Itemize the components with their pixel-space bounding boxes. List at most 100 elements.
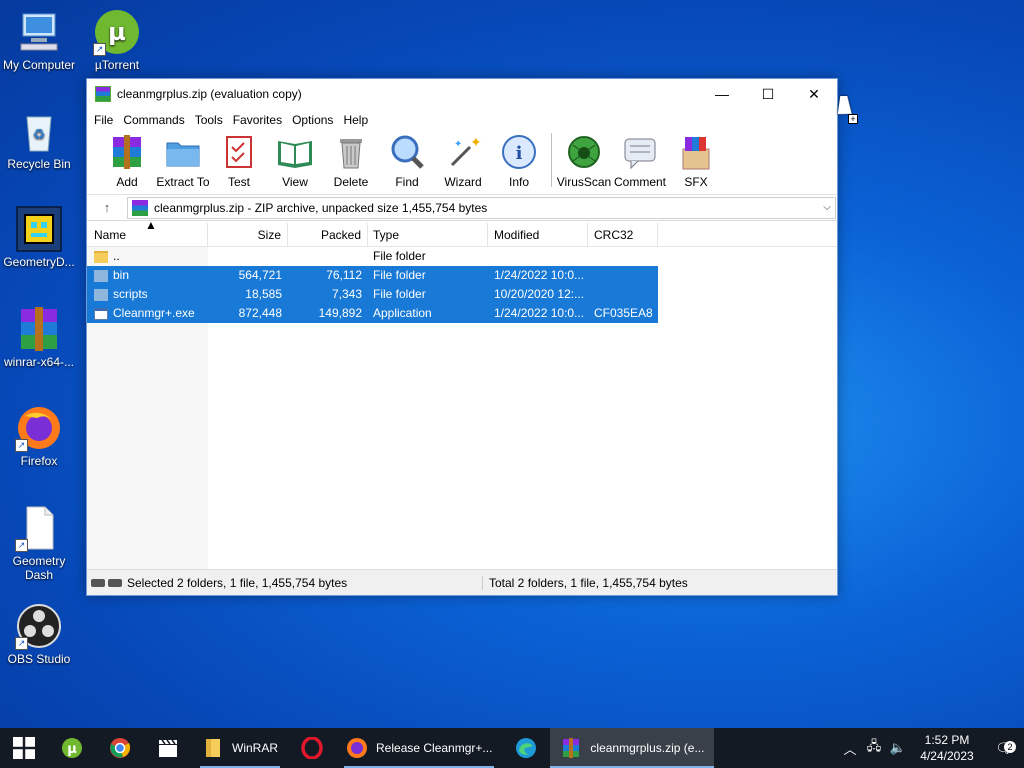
taskbar-edge[interactable] [502,728,550,768]
title-bar[interactable]: cleanmgrplus.zip (evaluation copy) — ☐ ✕ [87,79,837,109]
toolbar: Add Extract To Test View Delete Find ✦ ✦ … [87,131,837,195]
menu-favorites[interactable]: Favorites [228,113,287,127]
notification-center-button[interactable]: 🗨 2 [984,740,1024,757]
find-button[interactable]: Find [379,133,435,189]
menu-file[interactable]: File [89,113,118,127]
column-packed[interactable]: Packed [288,222,368,247]
desktop-icon-firefox[interactable]: ↗ Firefox [0,404,78,468]
wizard-button[interactable]: ✦ ✦ Wizard [435,133,491,189]
menu-options[interactable]: Options [287,113,338,127]
desktop-icon-my-computer[interactable]: My Computer [0,8,78,72]
table-row[interactable]: bin 564,721 76,112 File folder 1/24/2022… [87,266,837,285]
menu-tools[interactable]: Tools [190,113,228,127]
info-icon: i [500,133,538,171]
file-list: ▲ Name Size Packed Type Modified CRC32 .… [87,219,837,569]
close-button[interactable]: ✕ [791,79,837,109]
taskbar-opera[interactable] [288,728,336,768]
winrar-window: cleanmgrplus.zip (evaluation copy) — ☐ ✕… [86,78,838,596]
column-modified[interactable]: Modified [488,222,588,247]
shortcut-arrow-icon: ↗ [15,539,28,552]
clock-date: 4/24/2023 [920,749,974,763]
taskbar-chrome[interactable] [96,728,144,768]
drive-icon[interactable] [91,578,105,587]
desktop-icon-geometry-dash-1[interactable]: GeometryD... [0,205,78,269]
up-arrow-button[interactable]: ↑ [87,200,127,215]
menu-commands[interactable]: Commands [118,113,189,127]
start-button[interactable] [0,728,48,768]
delete-button[interactable]: Delete [323,133,379,189]
column-size[interactable]: Size [208,222,288,247]
edge-icon [516,738,537,758]
desktop-icon-utorrent[interactable]: µ ↗ µTorrent [78,8,156,72]
svg-text:µ: µ [67,742,77,757]
taskbar-winrar-window[interactable]: cleanmgrplus.zip (e... [550,728,715,768]
utorrent-icon: µ [62,738,82,758]
taskbar-utorrent[interactable]: µ [48,728,96,768]
network-icon[interactable]: 🖧 [862,737,886,759]
clapperboard-icon [159,739,177,757]
address-field[interactable]: cleanmgrplus.zip - ZIP archive, unpacked… [127,196,836,219]
info-button[interactable]: i Info [491,133,547,189]
search-icon [388,133,426,171]
taskbar-winrar-folder[interactable]: WinRAR [192,728,288,768]
address-text: cleanmgrplus.zip - ZIP archive, unpacked… [154,200,488,215]
window-title: cleanmgrplus.zip (evaluation copy) [117,87,302,101]
table-row[interactable]: scripts 18,585 7,343 File folder 10/20/2… [87,285,837,304]
book-icon [276,133,314,171]
system-tray: ︿ 🖧 🔈 1:52 PM 4/24/2023 🗨 2 [838,728,1024,768]
clock-time: 1:52 PM [924,733,970,747]
chevron-up-icon[interactable]: ︿ [838,739,862,758]
chevron-down-icon[interactable]: ⌵ [819,202,835,213]
svg-text:✦: ✦ [470,135,482,151]
bug-icon [565,133,603,171]
obs-icon: ↗ [15,602,63,650]
firefox-icon: ↗ [15,404,63,452]
taskbar-video-editor[interactable] [144,728,192,768]
clock[interactable]: 1:52 PM 4/24/2023 [910,732,984,764]
status-bar: Selected 2 folders, 1 file, 1,455,754 by… [87,569,837,595]
chrome-icon [110,738,131,758]
extract-folder-icon [164,133,202,171]
maximize-button[interactable]: ☐ [745,79,791,109]
taskbar-firefox[interactable]: Release Cleanmgr+... [336,728,502,768]
winrar-icon [15,305,63,353]
winrar-icon [563,738,580,758]
desktop-icon-obs-studio[interactable]: ↗ OBS Studio [0,602,78,666]
column-type[interactable]: Type [368,222,488,247]
computer-icon [15,8,63,56]
status-total: Total 2 folders, 1 file, 1,455,754 bytes [482,575,837,590]
desktop-icon-recycle-bin[interactable]: ♻ Recycle Bin [0,107,78,171]
file-rows: .. File folder bin 564,721 76,112 File f… [87,247,837,323]
test-button[interactable]: Test [211,133,267,189]
comment-button[interactable]: Comment [612,133,668,189]
extract-to-button[interactable]: Extract To [155,133,211,189]
minimize-button[interactable]: — [699,79,745,109]
desktop-icon-geometry-dash-2[interactable]: ↗ Geometry Dash [0,504,78,582]
utorrent-icon: µ ↗ [93,8,141,56]
folder-icon [94,250,108,263]
drag-copy-plus-icon: + [848,114,858,124]
winrar-app-icon [95,86,111,102]
table-row[interactable]: Cleanmgr+.exe 872,448 149,892 Applicatio… [87,304,837,323]
menu-help[interactable]: Help [338,113,373,127]
virusscan-button[interactable]: VirusScan [556,133,612,189]
add-button[interactable]: Add [99,133,155,189]
opera-icon [301,737,323,759]
desktop-icon-winrar[interactable]: winrar-x64-... [0,305,78,369]
column-crc32[interactable]: CRC32 [588,222,658,247]
application-icon [94,307,108,320]
magic-wand-icon: ✦ ✦ [444,133,482,171]
volume-icon[interactable]: 🔈 [886,740,910,756]
folder-icon [94,288,108,301]
key-icon[interactable] [108,578,122,587]
column-headers: ▲ Name Size Packed Type Modified CRC32 [87,219,837,247]
shortcut-arrow-icon: ↗ [15,439,28,452]
shortcut-arrow-icon: ↗ [93,43,106,56]
firefox-icon [347,738,368,758]
sfx-button[interactable]: SFX [668,133,724,189]
zip-archive-icon [132,199,148,216]
sfx-box-icon [677,133,715,171]
trash-icon [332,133,370,171]
table-row[interactable]: .. File folder [87,247,837,266]
view-button[interactable]: View [267,133,323,189]
